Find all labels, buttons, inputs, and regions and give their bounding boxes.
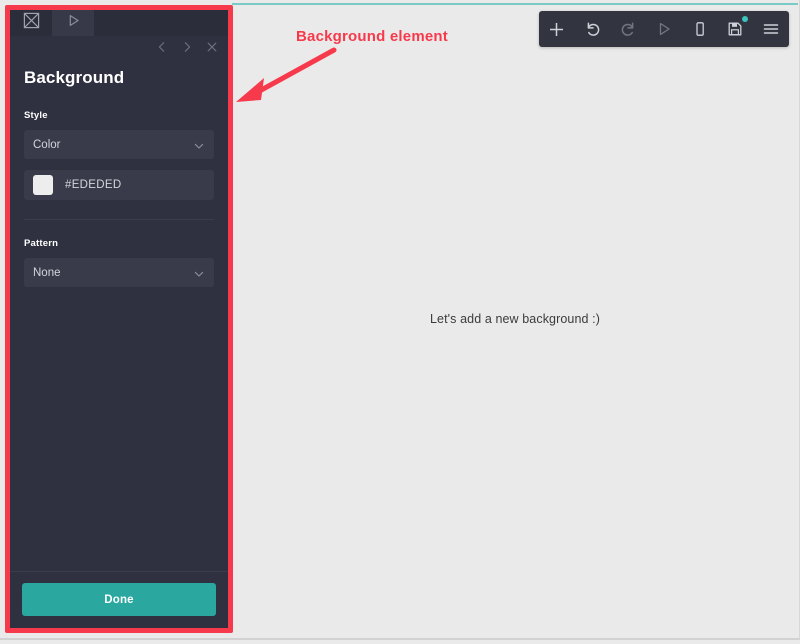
app-window: Let's add a new background :)	[0, 0, 800, 644]
tab-image[interactable]	[10, 10, 52, 36]
undo-icon	[584, 20, 602, 38]
panel-body: Style Color #EDEDED Pattern None	[10, 88, 228, 571]
annotation-label: Background element	[296, 28, 448, 45]
prev-button[interactable]	[154, 41, 170, 57]
mobile-icon	[692, 21, 708, 37]
hamburger-icon	[762, 21, 780, 37]
pattern-select-value: None	[33, 267, 193, 279]
style-select[interactable]: Color	[24, 130, 214, 159]
menu-button[interactable]	[756, 14, 786, 44]
style-select-value: Color	[33, 139, 193, 151]
panel-footer: Done	[10, 571, 228, 628]
color-hex-value: #EDEDED	[65, 179, 121, 191]
pattern-select[interactable]: None	[24, 258, 214, 287]
next-button[interactable]	[179, 41, 195, 57]
color-swatch	[33, 175, 53, 195]
background-color-field[interactable]: #EDEDED	[24, 170, 214, 200]
play-triangle-icon	[66, 13, 81, 33]
canvas-hint-text: Let's add a new background :)	[232, 312, 798, 326]
play-icon	[656, 21, 672, 37]
background-editor-panel: Background Style Color #EDEDED Pattern N…	[10, 10, 228, 628]
save-button[interactable]	[720, 14, 750, 44]
style-label: Style	[24, 110, 214, 121]
top-toolbar	[539, 11, 789, 47]
chevron-right-icon	[181, 40, 193, 58]
panel-nav-controls	[10, 36, 228, 62]
device-button[interactable]	[685, 14, 715, 44]
preview-button[interactable]	[649, 14, 679, 44]
close-x-icon	[206, 40, 218, 58]
chevron-left-icon	[156, 40, 168, 58]
save-status-badge	[742, 16, 748, 22]
tab-preview[interactable]	[52, 10, 94, 36]
chevron-down-icon	[193, 267, 205, 279]
done-button[interactable]: Done	[22, 583, 216, 616]
canvas-accent-rule	[232, 3, 798, 5]
close-button[interactable]	[204, 41, 220, 57]
panel-tab-bar	[10, 10, 228, 36]
image-placeholder-icon	[23, 12, 40, 34]
redo-button[interactable]	[613, 14, 643, 44]
redo-icon	[619, 20, 637, 38]
plus-icon	[548, 21, 565, 38]
undo-button[interactable]	[578, 14, 608, 44]
pattern-label: Pattern	[24, 238, 214, 249]
panel-title: Background	[10, 62, 228, 88]
add-button[interactable]	[542, 14, 572, 44]
floppy-disk-icon	[727, 21, 743, 37]
chevron-down-icon	[193, 139, 205, 151]
